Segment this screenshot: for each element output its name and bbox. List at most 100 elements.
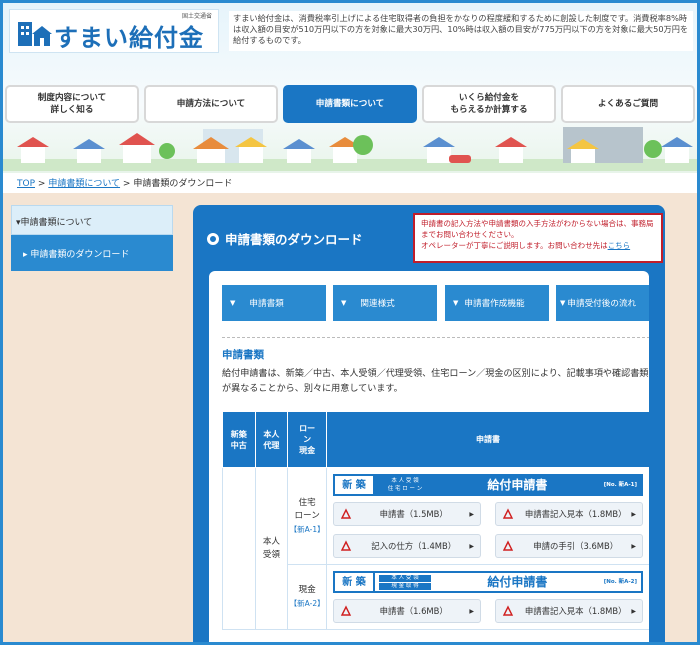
circle-icon	[207, 232, 219, 245]
banner-title: 給付申請書	[487, 477, 548, 492]
main-content: 申請書類のダウンロード 申請書の記入方法や申請書類の入手方法がわからない場合は、…	[193, 205, 665, 642]
house-icon	[18, 22, 52, 46]
triangle-right-icon: ▶	[631, 607, 636, 615]
pdf-icon	[340, 540, 352, 551]
banner-tag: 本 人 受 領	[379, 574, 431, 582]
triangle-down-icon: ▼	[230, 299, 236, 307]
banner-new-label: 新 築	[335, 476, 375, 494]
form-banner: 新 築 本 人 受 領 現 金 取 得 給付申請書 [No. 新A-2]	[333, 571, 643, 593]
cell-documents: 新 築 本 人 受 領 住 宅 ロ ー ン 給付申請書 [No. 新A-1] 申…	[326, 467, 649, 565]
section-description: 給付申請書は、新築／中古、本人受領／代理受領、住宅ローン／現金の区別により、記載…	[222, 369, 649, 394]
banner-tag: 本 人 受 領	[379, 477, 431, 485]
page-frame: 国土交通省 すまい給付金 すまい給付金は、消費税率引上げによる住宅取得者の負担を…	[0, 0, 700, 645]
nav-calculate-benefit[interactable]: いくら給付金を もらえるか計算する	[422, 85, 556, 123]
notice-text-2: オペレーターが丁寧にご説明します。お問い合わせ先は	[421, 241, 608, 250]
banner-title: 給付申請書	[487, 574, 548, 589]
download-sample-button[interactable]: 申請書記入見本（1.8MB） ▶	[495, 502, 643, 526]
download-sample-button[interactable]: 申請書記入見本（1.8MB） ▶	[495, 599, 643, 623]
banner-tags: 本 人 受 領 住 宅 ロ ー ン	[379, 477, 431, 494]
divider	[222, 337, 649, 338]
tab-application-documents[interactable]: ▼ 申請書類	[222, 285, 326, 321]
col-header-receipt: 本人 代理	[254, 411, 289, 468]
download-label: 申請書（1.6MB）	[379, 605, 448, 616]
page-title-text: 申請書類のダウンロード	[225, 232, 363, 247]
pdf-icon	[502, 508, 514, 519]
triangle-right-icon: ▶	[631, 510, 636, 518]
banner-tag: 住 宅 ロ ー ン	[379, 485, 431, 493]
cell-type-label: 住宅 ローン	[294, 497, 320, 521]
triangle-down-icon: ▼	[560, 299, 566, 307]
download-label: 申請書（1.5MB）	[379, 508, 448, 519]
cell-type: 現金 【新A-2】	[287, 564, 327, 630]
contact-notice: 申請書の記入方法や申請書類の入手方法がわからない場合は、事務局までお問い合わせく…	[413, 213, 663, 263]
cell-new-used	[222, 467, 256, 630]
download-label: 申請の手引（3.6MB）	[533, 540, 619, 551]
triangle-right-icon: ▶	[469, 607, 474, 615]
download-grid: 申請書（1.5MB） ▶ 申請書記入見本（1.8MB） ▶ 記入の仕方（1.4MB）…	[327, 498, 649, 564]
cell-type-code: 【新A-1】	[289, 524, 325, 534]
download-guide-button[interactable]: 申請の手引（3.6MB） ▶	[495, 534, 643, 558]
global-nav: 制度内容について 詳しく知る 申請方法について 申請書類について いくら給付金を…	[5, 85, 697, 125]
banner-tags: 本 人 受 領 現 金 取 得	[379, 574, 431, 591]
breadcrumb-separator: >	[37, 179, 46, 189]
tab-related-forms[interactable]: ▼ 関連様式	[333, 285, 437, 321]
triangle-right-icon: ▶	[469, 542, 474, 550]
section-tabs: ▼ 申請書類 ▼ 関連様式 ▼ 申請書作成機能 ▼ 申請受付後の流れ	[222, 285, 649, 321]
town-illustration	[3, 127, 697, 171]
nav-application-method[interactable]: 申請方法について	[144, 85, 278, 123]
table-row: 本人 受領 住宅 ローン 【新A-1】 新 築 本 人 受 領 住 宅 ロ ー …	[222, 467, 649, 630]
col-header-application: 申請書	[326, 411, 649, 468]
contact-link[interactable]: こちら	[608, 241, 631, 250]
sidebar: ▾申請書類について ▸ 申請書類のダウンロード	[11, 205, 173, 271]
tab-after-submission[interactable]: ▼ 申請受付後の流れ	[556, 285, 649, 321]
nav-faq[interactable]: よくあるご質問	[561, 85, 695, 123]
sidebar-heading[interactable]: ▾申請書類について	[11, 205, 173, 235]
tab-label: 申請書作成機能	[464, 299, 525, 309]
banner-number: [No. 新A-2]	[603, 578, 637, 585]
nav-application-documents[interactable]: 申請書類について	[283, 85, 417, 123]
tab-label: 申請受付後の流れ	[567, 299, 637, 309]
breadcrumb-current: 申請書類のダウンロード	[133, 179, 233, 189]
notice-text: 申請書の記入方法や申請書類の入手方法がわからない場合は、事務局までお問い合わせく…	[421, 219, 654, 239]
banner-number: [No. 新A-1]	[603, 481, 637, 488]
breadcrumb-top-link[interactable]: TOP	[17, 179, 35, 189]
cell-type: 住宅 ローン 【新A-1】	[287, 467, 327, 565]
tab-label: 関連様式	[360, 299, 395, 309]
site-logo[interactable]: 国土交通省 すまい給付金	[9, 9, 219, 53]
documents-table: 新築 中古 本人 代理 ロー ン 現金 申請書 本人 受領 住宅 ローン 【新A…	[222, 411, 649, 630]
form-banner: 新 築 本 人 受 領 住 宅 ロ ー ン 給付申請書 [No. 新A-1]	[333, 474, 643, 496]
triangle-down-icon: ▼	[341, 299, 347, 307]
download-label: 申請書記入見本（1.8MB）	[524, 508, 627, 519]
site-description: すまい給付金は、消費税率引上げによる住宅取得者の負担をかなりの程度緩和するために…	[229, 11, 693, 51]
cell-type-code: 【新A-2】	[289, 599, 325, 608]
pdf-icon	[502, 540, 514, 551]
triangle-right-icon: ▶	[631, 542, 636, 550]
cell-receipt: 本人 受領	[254, 467, 289, 630]
col-header-new-used: 新築 中古	[222, 411, 256, 468]
download-grid: 申請書（1.6MB） ▶ 申請書記入見本（1.8MB） ▶	[327, 595, 649, 629]
sidebar-item-download[interactable]: ▸ 申請書類のダウンロード	[11, 235, 173, 271]
banner-new-label: 新 築	[335, 573, 375, 591]
nav-system-details[interactable]: 制度内容について 詳しく知る	[5, 85, 139, 123]
download-label: 記入の仕方（1.4MB）	[371, 540, 457, 551]
breadcrumb: TOP > 申請書類について > 申請書類のダウンロード	[3, 173, 697, 193]
tab-form-creator[interactable]: ▼ 申請書作成機能	[445, 285, 549, 321]
breadcrumb-separator: >	[122, 179, 131, 189]
logo-title: すまい給付金	[54, 24, 204, 52]
col-header-loan-cash: ロー ン 現金	[287, 411, 327, 468]
site-header: 国土交通省 すまい給付金 すまい給付金は、消費税率引上げによる住宅取得者の負担を…	[3, 3, 697, 173]
pdf-icon	[502, 605, 514, 616]
tab-label: 申請書類	[249, 299, 284, 309]
triangle-down-icon: ▼	[453, 299, 459, 307]
download-application-button[interactable]: 申請書（1.5MB） ▶	[333, 502, 481, 526]
page-title: 申請書類のダウンロード	[207, 229, 363, 248]
breadcrumb-parent-link[interactable]: 申請書類について	[48, 179, 120, 189]
cell-documents: 新 築 本 人 受 領 現 金 取 得 給付申請書 [No. 新A-2] 申請書…	[326, 564, 649, 630]
content-panel: ▼ 申請書類 ▼ 関連様式 ▼ 申請書作成機能 ▼ 申請受付後の流れ 申請書類 給付申請…	[209, 271, 649, 642]
section-title: 申請書類	[222, 349, 264, 361]
download-label: 申請書記入見本（1.8MB）	[524, 605, 627, 616]
download-howto-button[interactable]: 記入の仕方（1.4MB） ▶	[333, 534, 481, 558]
pdf-icon	[340, 508, 352, 519]
download-application-button[interactable]: 申請書（1.6MB） ▶	[333, 599, 481, 623]
triangle-right-icon: ▶	[469, 510, 474, 518]
